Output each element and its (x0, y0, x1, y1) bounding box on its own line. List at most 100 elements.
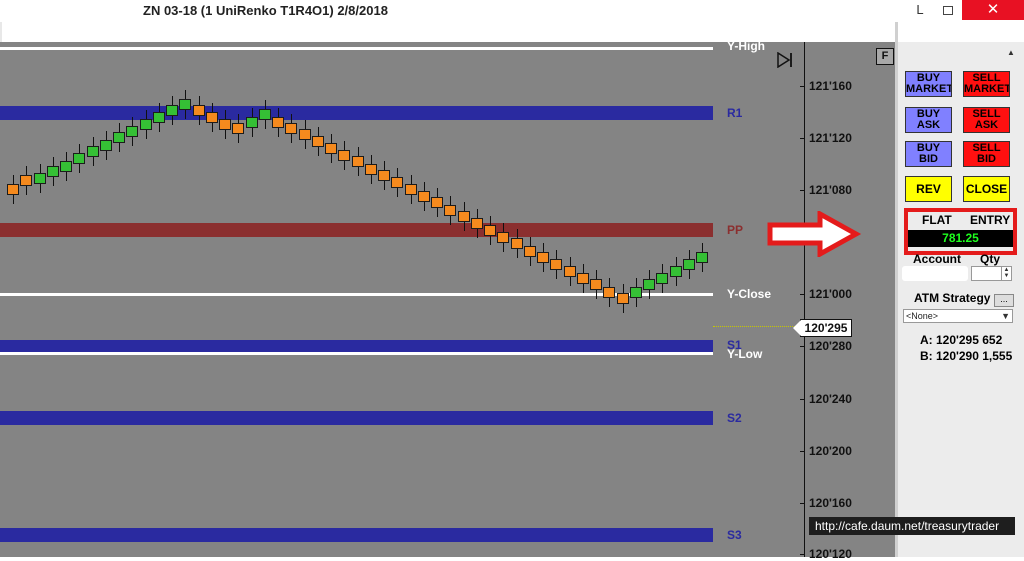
pnl-value: 781.25 (908, 230, 1013, 247)
scroll-to-end-icon[interactable] (776, 52, 794, 68)
price-tick (800, 451, 804, 452)
entry-label: ENTRY (970, 213, 1011, 227)
renko-bar-down (576, 272, 589, 284)
renko-bar-down (484, 224, 496, 236)
price-label: 120'280 (809, 339, 852, 353)
sell-market-button[interactable]: SELL MARKET (963, 71, 1010, 97)
buy-market-button[interactable]: BUY MARKET (905, 71, 952, 97)
renko-bar-down (470, 218, 483, 230)
position-status: FLAT (922, 213, 952, 227)
renko-bar-up (643, 279, 655, 291)
renko-bar-down (590, 279, 602, 291)
renko-bar-down (285, 122, 298, 134)
account-label: Account (913, 252, 961, 266)
watermark-url: http://cafe.daum.net/treasurytrader (809, 517, 1015, 535)
price-axis[interactable]: 121'160 121'120 121'080 121'000 120'280 … (793, 42, 895, 561)
reverse-button[interactable]: REV (905, 176, 952, 202)
price-label: 120'120 (809, 547, 852, 561)
price-label: 121'000 (809, 287, 852, 301)
atm-strategy-more-button[interactable]: ... (994, 294, 1014, 307)
quantity-stepper[interactable]: ▲ ▼ (971, 266, 1012, 281)
renko-bar-up (258, 109, 271, 121)
renko-bar-down (325, 142, 337, 154)
level-line-y-high (0, 47, 713, 50)
renko-bar-up (179, 98, 192, 110)
account-selector[interactable] (902, 266, 968, 281)
renko-bar-down (391, 177, 404, 189)
quantity-spin-icon[interactable]: ▲ ▼ (1001, 267, 1011, 280)
renko-bar-down (364, 163, 377, 175)
renko-bar-down (444, 204, 457, 216)
atm-strategy-label: ATM Strategy (914, 291, 991, 305)
position-highlight: FLAT ENTRY 781.25 (904, 208, 1017, 255)
maximize-button[interactable] (934, 0, 962, 20)
renko-bar-up (696, 251, 708, 263)
level-label-r1: R1 (727, 106, 743, 120)
renko-bar-down (457, 211, 470, 222)
renko-bar-up (139, 118, 152, 130)
chart-area[interactable]: Y-High R1 PP Y-Close S1 Y-Low S2 S3 (0, 42, 804, 557)
price-tick (800, 346, 804, 347)
buy-ask-button[interactable]: BUY ASK (905, 107, 952, 133)
price-label: 120'160 (809, 496, 852, 510)
renko-bar-down (497, 232, 510, 243)
ask-quote: A: 120'295 652 (920, 333, 1003, 347)
price-label: 121'080 (809, 183, 852, 197)
price-tick (800, 138, 804, 139)
sell-bid-button[interactable]: SELL BID (963, 141, 1010, 167)
chevron-down-icon: ▼ (1001, 311, 1010, 321)
renko-bar-up (86, 145, 99, 157)
level-band-s2 (0, 411, 713, 425)
renko-bar-up (152, 112, 165, 124)
renko-bar-down (616, 292, 629, 304)
renko-bar-down (20, 175, 33, 187)
chart-options-button[interactable]: F (876, 48, 894, 65)
renko-bar-down (510, 238, 523, 250)
renko-bar-up (73, 153, 86, 165)
current-price-line (713, 326, 803, 327)
close-position-button[interactable]: CLOSE (963, 176, 1010, 202)
renko-bar-down (417, 191, 430, 203)
renko-bar-down (603, 286, 616, 298)
atm-strategy-select[interactable]: <None> ▼ (903, 309, 1013, 323)
price-label: 120'200 (809, 444, 852, 458)
renko-bar-down (338, 150, 351, 162)
renko-bar-down (219, 118, 231, 130)
price-tick (800, 294, 804, 295)
price-label: 121'120 (809, 131, 852, 145)
position-header: FLAT ENTRY (908, 212, 1013, 228)
renko-bar-down (431, 197, 443, 209)
close-button[interactable]: ✕ (962, 0, 1024, 20)
renko-bar-up (99, 139, 112, 151)
level-line-y-low (0, 352, 713, 355)
renko-bar-down (537, 251, 549, 263)
atm-strategy-value: <None> (906, 311, 939, 321)
close-icon: ✕ (986, 1, 1000, 18)
level-label-s3: S3 (727, 528, 742, 542)
window-title: ZN 03-18 (1 UniRenko T1R4O1) 2/8/2018 (143, 3, 388, 18)
renko-bar-up (669, 265, 682, 277)
level-band-s3 (0, 528, 713, 542)
renko-bar-up (46, 165, 59, 177)
buy-bid-button[interactable]: BUY BID (905, 141, 952, 167)
renko-bar-up (629, 286, 642, 298)
minimize-button[interactable]: L (906, 0, 934, 20)
maximize-icon (943, 6, 953, 15)
panel-scroll-up-icon[interactable]: ▲ (1004, 48, 1018, 58)
renko-bar-down (523, 245, 536, 257)
chart-header-strip (0, 22, 895, 42)
renko-bar-up (656, 272, 669, 284)
current-price-marker: 120'295 (793, 319, 852, 337)
renko-bar-down (205, 112, 218, 124)
annotation-arrow-icon (767, 211, 862, 257)
level-band-r1 (0, 106, 713, 120)
renko-bar-down (232, 122, 245, 134)
price-tick (800, 86, 804, 87)
renko-bar-down (351, 156, 364, 168)
renko-bar-up (60, 160, 72, 172)
renko-bar-down (298, 129, 311, 141)
renko-bar-down (378, 170, 390, 182)
window-titlebar: ZN 03-18 (1 UniRenko T1R4O1) 2/8/2018 L … (0, 0, 1024, 22)
price-tick (800, 399, 804, 400)
sell-ask-button[interactable]: SELL ASK (963, 107, 1010, 133)
